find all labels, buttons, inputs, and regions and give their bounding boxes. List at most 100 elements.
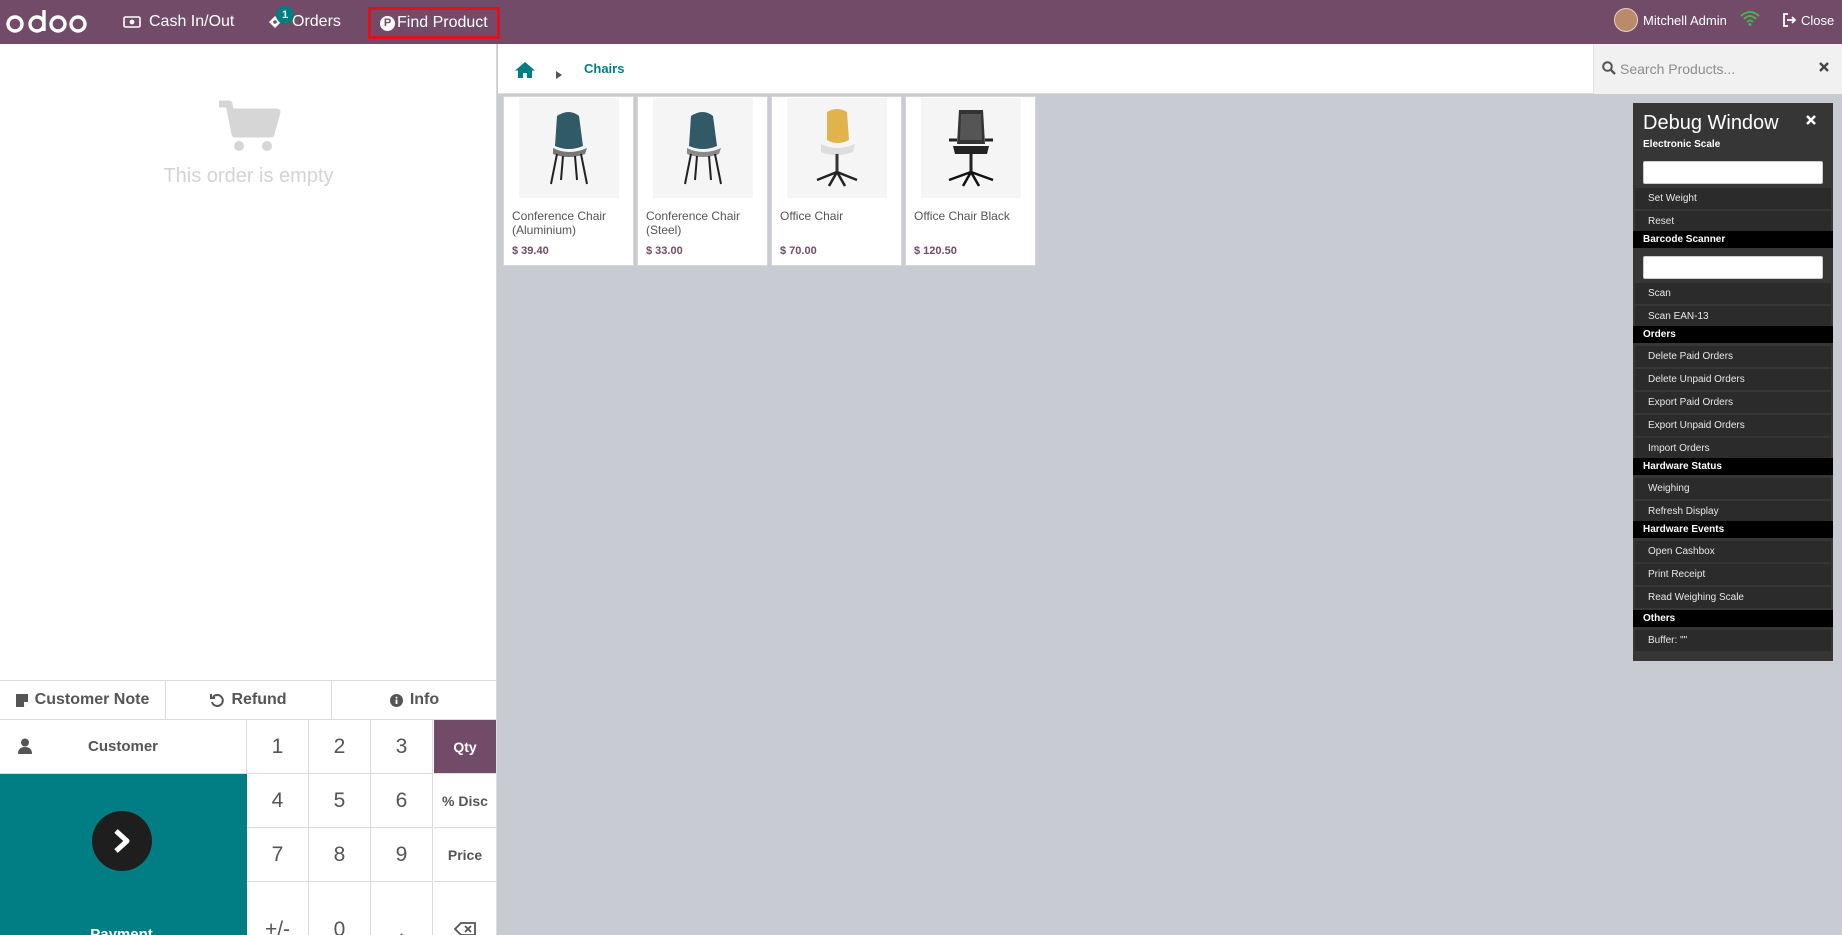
wifi-icon [1740, 10, 1760, 31]
reset-button[interactable]: Reset [1635, 211, 1831, 232]
product-card[interactable]: Conference Chair (Aluminium) $ 39.40 [503, 96, 634, 266]
customer-note-label: Customer Note [34, 691, 150, 708]
refund-label: Refund [231, 691, 287, 708]
decimal-key[interactable]: . [371, 882, 433, 935]
product-card[interactable]: Conference Chair (Steel) $ 33.00 [637, 96, 768, 266]
print-receipt-button[interactable]: Print Receipt [1635, 564, 1831, 585]
discount-mode-button[interactable]: % Disc [434, 774, 497, 828]
undo-icon [210, 693, 225, 707]
price-mode-button[interactable]: Price [434, 828, 497, 882]
barcode-input[interactable] [1643, 256, 1823, 279]
product-search [1593, 44, 1842, 94]
backspace-icon [453, 921, 476, 935]
orders-button[interactable]: 1 Orders [266, 0, 341, 44]
avatar [1614, 8, 1638, 32]
debug-window-title: Debug Window [1643, 112, 1779, 134]
product-name: Conference Chair (Aluminium) [512, 209, 607, 237]
customer-label: Customer [87, 738, 158, 755]
scan-ean13-button[interactable]: Scan EAN-13 [1635, 306, 1831, 327]
product-image-office-chair-black [921, 98, 1021, 198]
cash-in-out-button[interactable]: Cash In/Out [123, 0, 234, 44]
product-card[interactable]: Office Chair Black $ 120.50 [905, 96, 1036, 266]
product-name: Office Chair [780, 209, 844, 223]
product-price: $ 120.50 [914, 245, 957, 257]
sign-out-icon [1782, 13, 1797, 27]
set-weight-button[interactable]: Set Weight [1635, 188, 1831, 209]
buffer-readout: Buffer: "" [1635, 630, 1831, 651]
backspace-key[interactable] [434, 882, 497, 935]
numpad-key-5[interactable]: 5 [309, 774, 371, 828]
numpad-key-7[interactable]: 7 [247, 828, 309, 882]
qty-mode-button[interactable]: Qty [434, 720, 497, 774]
find-product-label: Find Product [397, 14, 488, 31]
numpad-key-0[interactable]: 0 [309, 882, 371, 935]
numpad-key-3[interactable]: 3 [371, 720, 433, 774]
orders-count-badge: 1 [276, 6, 294, 24]
import-orders-button[interactable]: Import Orders [1635, 438, 1831, 459]
product-card[interactable]: Office Chair $ 70.00 [771, 96, 902, 266]
search-input[interactable] [1620, 57, 1810, 81]
cart-icon [217, 100, 281, 159]
numpad-key-8[interactable]: 8 [309, 828, 371, 882]
customer-note-button[interactable]: Customer Note [0, 681, 166, 719]
odoo-logo[interactable] [6, 6, 88, 38]
weighing-button[interactable]: Weighing [1635, 478, 1831, 499]
weight-input[interactable] [1643, 161, 1823, 184]
chevron-right-icon [92, 811, 152, 871]
customer-button[interactable]: Customer [0, 720, 247, 774]
product-price: $ 70.00 [780, 245, 817, 257]
find-product-button[interactable]: P Find Product [368, 7, 500, 39]
export-unpaid-orders-button[interactable]: Export Unpaid Orders [1635, 415, 1831, 436]
product-price: $ 33.00 [646, 245, 683, 257]
close-button[interactable]: Close [1782, 0, 1834, 40]
control-buttons: Customer Note Refund Info [0, 680, 497, 720]
info-button[interactable]: Info [332, 681, 497, 719]
product-price: $ 39.40 [512, 245, 549, 257]
order-panel: This order is empty Customer Note Refund… [0, 44, 497, 935]
numpad-key-2[interactable]: 2 [309, 720, 371, 774]
section-electronic-scale: Electronic Scale [1643, 139, 1721, 150]
payment-button[interactable]: Payment [0, 774, 247, 935]
product-name: Conference Chair (Steel) [646, 209, 741, 237]
breadcrumb-category[interactable]: Chairs [584, 61, 624, 76]
export-paid-orders-button[interactable]: Export Paid Orders [1635, 392, 1831, 413]
info-label: Info [409, 691, 440, 708]
section-hardware-status: Hardware Status [1633, 458, 1833, 475]
cash-in-out-label: Cash In/Out [149, 13, 235, 30]
top-bar: Cash In/Out 1 Orders P Find Product Mitc… [0, 0, 1842, 44]
numpad-key-1[interactable]: 1 [247, 720, 309, 774]
home-icon[interactable] [514, 61, 536, 84]
product-name: Office Chair Black [914, 209, 1010, 223]
product-image-conference-chair-steel [653, 98, 753, 198]
read-weighing-scale-button[interactable]: Read Weighing Scale [1635, 587, 1831, 608]
section-barcode-scanner: Barcode Scanner [1633, 231, 1833, 248]
numpad: 1 2 3 Qty 4 5 6 % Disc 7 8 9 Price +/- 0… [247, 720, 497, 935]
section-others: Others [1633, 610, 1833, 627]
search-icon [1602, 61, 1616, 80]
delete-paid-orders-button[interactable]: Delete Paid Orders [1635, 346, 1831, 367]
close-label: Close [1801, 12, 1835, 28]
user-menu[interactable]: Mitchell Admin [1614, 0, 1727, 40]
numpad-key-4[interactable]: 4 [247, 774, 309, 828]
clear-search-icon[interactable] [1818, 60, 1830, 78]
empty-order-text: This order is empty [163, 165, 334, 187]
note-icon [15, 693, 28, 707]
numpad-key-6[interactable]: 6 [371, 774, 433, 828]
payment-label: Payment [90, 926, 153, 935]
product-image-conference-chair-aluminium [519, 98, 619, 198]
empty-order: This order is empty [0, 100, 497, 188]
refresh-display-button[interactable]: Refresh Display [1635, 501, 1831, 522]
close-icon[interactable] [1805, 113, 1817, 131]
scan-button[interactable]: Scan [1635, 283, 1831, 304]
breadcrumb: Chairs [498, 44, 1842, 94]
delete-unpaid-orders-button[interactable]: Delete Unpaid Orders [1635, 369, 1831, 390]
plus-minus-key[interactable]: +/- [247, 882, 309, 935]
refund-button[interactable]: Refund [166, 681, 332, 719]
open-cashbox-button[interactable]: Open Cashbox [1635, 541, 1831, 562]
orders-label: Orders [292, 13, 341, 30]
money-icon [123, 15, 141, 29]
user-name: Mitchell Admin [1643, 12, 1727, 28]
info-icon [389, 693, 403, 707]
product-image-office-chair [787, 98, 887, 198]
numpad-key-9[interactable]: 9 [371, 828, 433, 882]
